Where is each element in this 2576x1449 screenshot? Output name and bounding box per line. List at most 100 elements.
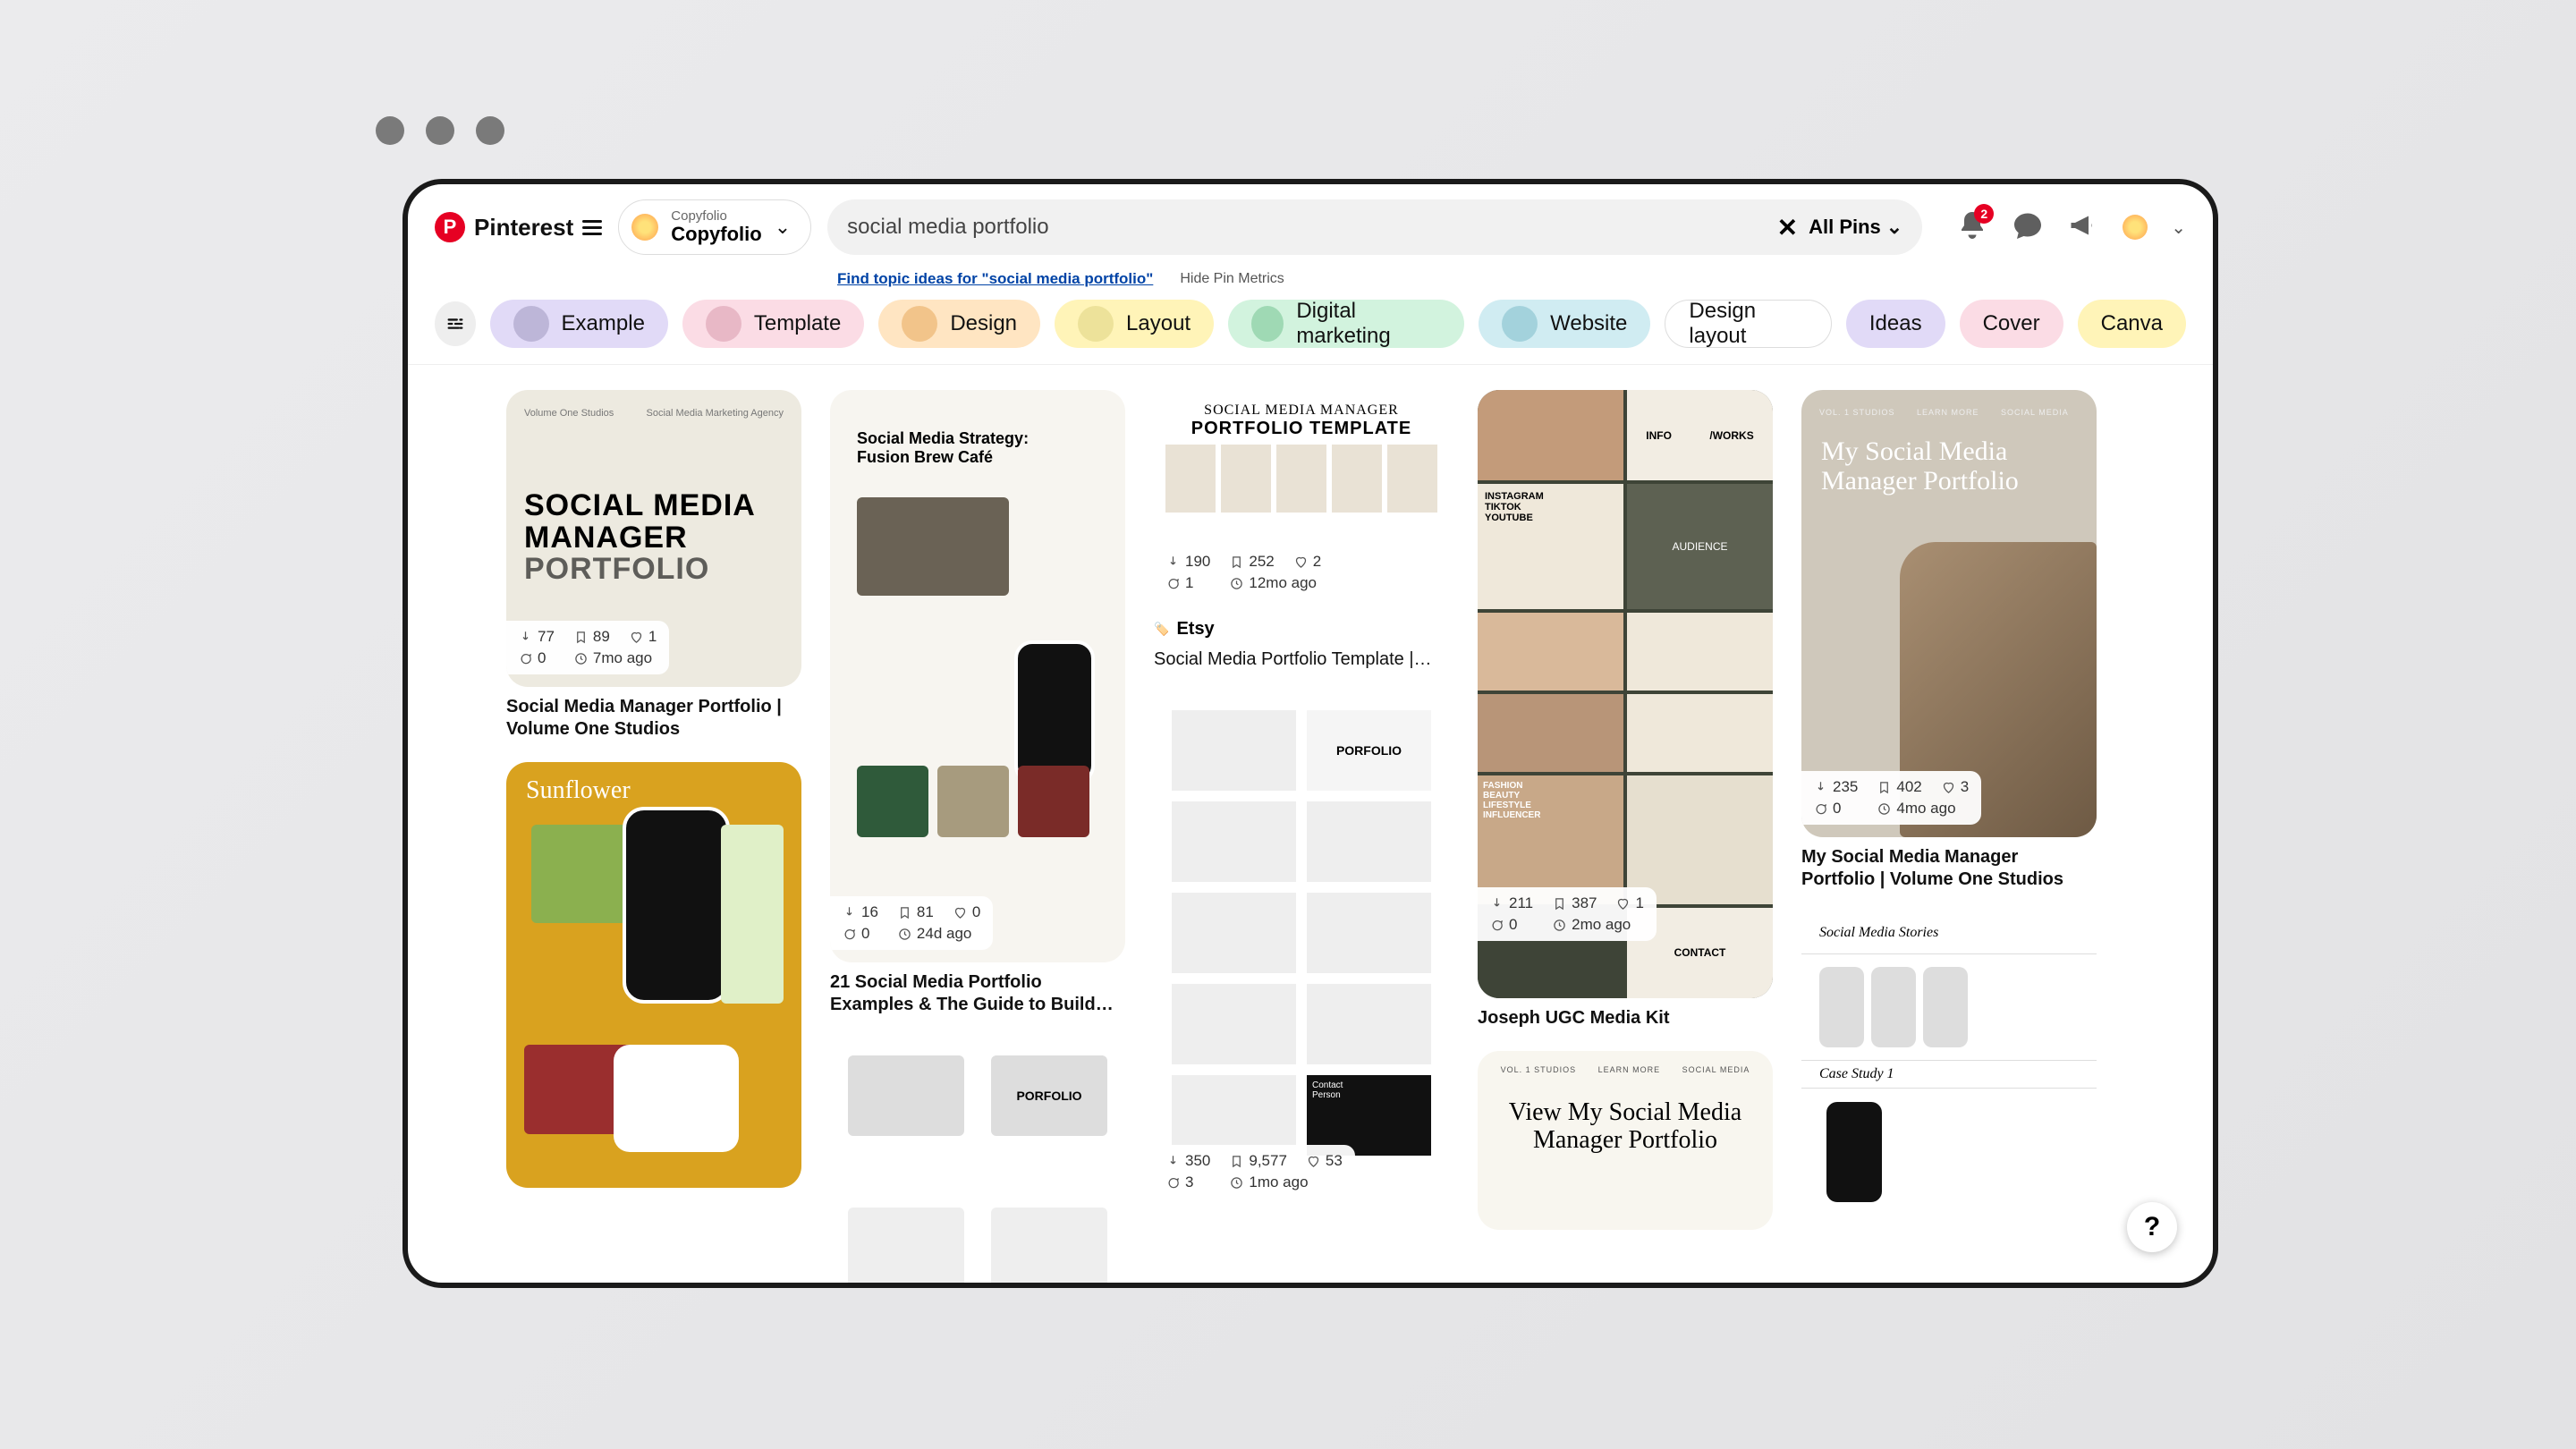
filter-chip-website[interactable]: Website xyxy=(1479,300,1650,348)
chevron-down-icon[interactable]: ⌄ xyxy=(2171,216,2186,239)
pin-caption: Social Media Manager Portfolio | Volume … xyxy=(506,696,801,741)
account-main: Copyfolio xyxy=(671,224,761,245)
chevron-down-icon: ⌄ xyxy=(1886,216,1902,239)
pin-image: Social Media Strategy: Fusion Brew Café … xyxy=(830,390,1125,962)
brand[interactable]: P Pinterest xyxy=(435,212,602,242)
pin-image: PORFOLIO ContactPerson 350 9,577 53 3 1m… xyxy=(1154,692,1449,1211)
pin-caption: 21 Social Media Portfolio Examples & The… xyxy=(830,971,1125,1016)
pin-image: VOL. 1 STUDIOS LEARN MORE SOCIAL MEDIA V… xyxy=(1478,1051,1773,1230)
pin-heading: PORTFOLIO xyxy=(524,552,709,586)
sparkle-icon[interactable] xyxy=(2123,215,2148,240)
chip-label: Digital marketing xyxy=(1296,299,1441,349)
masonry-column: SOCIAL MEDIA MANAGER PORTFOLIO TEMPLATE … xyxy=(1154,390,1449,1283)
pin-card[interactable]: PORFOLIO xyxy=(830,1038,1125,1283)
notifications-badge: 2 xyxy=(1974,204,1994,224)
pin-stats: 77 89 1 0 7mo ago xyxy=(506,621,669,674)
chevron-down-icon: ⌄ xyxy=(775,216,791,239)
filter-chip-digital-marketing[interactable]: Digital marketing xyxy=(1228,300,1464,348)
pin-card[interactable]: Social Media Stories Case Study 1 xyxy=(1801,912,2097,1215)
pin-stats: 16 81 0 0 24d ago xyxy=(830,896,993,950)
pinterest-logo-icon: P xyxy=(435,212,465,242)
app-window: P Pinterest Copyfolio Copyfolio ⌄ ✕ All … xyxy=(402,179,2218,1288)
hide-pin-metrics[interactable]: Hide Pin Metrics xyxy=(1180,271,1284,287)
topbar-right: 2 ⌄ xyxy=(1956,209,2186,246)
dot xyxy=(426,116,454,145)
help-icon: ? xyxy=(2144,1212,2160,1242)
sublink-row: Find topic ideas for "social media portf… xyxy=(408,270,2213,295)
search-input[interactable] xyxy=(847,215,1767,240)
pin-source[interactable]: 🏷️Etsy xyxy=(1154,619,1449,640)
pin-stats: 190 252 2 1 12mo ago xyxy=(1154,546,1334,599)
pin-crumbs: VOL. 1 STUDIOS LEARN MORE SOCIAL MEDIA xyxy=(1478,1051,1773,1074)
filter-chip-canva[interactable]: Canva xyxy=(2078,300,2186,348)
pins-filter-label: All Pins xyxy=(1809,216,1881,239)
pin-heading: PORFOLIO xyxy=(1307,710,1431,791)
pin-card[interactable]: SOCIAL MEDIA MANAGER PORTFOLIO TEMPLATE … xyxy=(1154,390,1449,671)
brand-text: Pinterest xyxy=(474,214,573,242)
browser-mockup-dots xyxy=(376,116,504,145)
topic-ideas-link[interactable]: Find topic ideas for "social media portf… xyxy=(837,270,1153,288)
chip-label: Website xyxy=(1550,311,1627,336)
chat-icon xyxy=(2012,209,2044,242)
pin-card[interactable]: Sunflower xyxy=(506,762,801,1188)
pin-card[interactable]: INFO/WORKS INSTAGRAM TIKTOK YOUTUBE AUDI… xyxy=(1478,390,1773,1030)
account-switcher[interactable]: Copyfolio Copyfolio ⌄ xyxy=(618,199,811,255)
pin-image: Sunflower xyxy=(506,762,801,1188)
messages-button[interactable] xyxy=(2012,209,2044,246)
pin-heading: SOCIAL MEDIA MANAGER xyxy=(1154,402,1449,419)
sparkle-icon xyxy=(631,214,658,241)
topbar: P Pinterest Copyfolio Copyfolio ⌄ ✕ All … xyxy=(408,184,2213,270)
pin-image: PORFOLIO xyxy=(830,1038,1125,1283)
account-sub: Copyfolio xyxy=(671,209,761,225)
filter-chip-template[interactable]: Template xyxy=(682,300,864,348)
pin-image: Volume One Studios Social Media Marketin… xyxy=(506,390,801,687)
results-area[interactable]: Volume One Studios Social Media Marketin… xyxy=(408,365,2213,1283)
filter-chip-ideas[interactable]: Ideas xyxy=(1846,300,1945,348)
filter-chip-design[interactable]: Design xyxy=(878,300,1040,348)
pin-card[interactable]: VOL. 1 STUDIOS LEARN MORE SOCIAL MEDIA V… xyxy=(1478,1051,1773,1230)
filters-button[interactable] xyxy=(435,301,476,346)
pin-card[interactable]: Volume One Studios Social Media Marketin… xyxy=(506,390,801,741)
filter-chip-cover[interactable]: Cover xyxy=(1960,300,2063,348)
pin-image: INFO/WORKS INSTAGRAM TIKTOK YOUTUBE AUDI… xyxy=(1478,390,1773,998)
masonry-column: Volume One Studios Social Media Marketin… xyxy=(506,390,801,1283)
notifications-button[interactable]: 2 xyxy=(1956,209,1988,246)
pin-card[interactable]: Social Media Strategy: Fusion Brew Café … xyxy=(830,390,1125,1016)
masonry-column: VOL. 1 STUDIOS LEARN MORE SOCIAL MEDIA M… xyxy=(1801,390,2097,1283)
chip-label: Layout xyxy=(1126,311,1191,336)
megaphone-icon xyxy=(2067,209,2099,242)
pin-heading: SOCIAL MEDIA xyxy=(524,488,756,522)
announcements-button[interactable] xyxy=(2067,209,2099,246)
pin-heading: Social Media Stories xyxy=(1801,912,2097,954)
chip-label: Template xyxy=(754,311,841,336)
pin-card[interactable]: VOL. 1 STUDIOS LEARN MORE SOCIAL MEDIA M… xyxy=(1801,390,2097,891)
masonry-column: INFO/WORKS INSTAGRAM TIKTOK YOUTUBE AUDI… xyxy=(1478,390,1773,1283)
chip-label: Design layout xyxy=(1689,299,1807,349)
sliders-icon xyxy=(445,314,465,334)
chip-label: Ideas xyxy=(1869,311,1922,336)
pin-heading: Case Study 1 xyxy=(1801,1060,2097,1089)
pin-stats: 211 387 1 0 2mo ago xyxy=(1478,887,1657,941)
tag-icon: 🏷️ xyxy=(1154,622,1169,637)
pin-caption: My Social Media Manager Portfolio | Volu… xyxy=(1801,846,2097,891)
pin-heading: PORFOLIO xyxy=(991,1055,1107,1136)
chip-label: Example xyxy=(562,311,645,336)
pin-card[interactable]: PORFOLIO ContactPerson 350 9,577 53 3 1m… xyxy=(1154,692,1449,1211)
clear-icon[interactable]: ✕ xyxy=(1777,213,1798,242)
pin-stats: 350 9,577 53 3 1mo ago xyxy=(1154,1145,1355,1199)
help-button[interactable]: ? xyxy=(2127,1202,2177,1252)
pin-caption: Social Media Portfolio Template |… xyxy=(1154,648,1449,671)
pins-filter[interactable]: All Pins ⌄ xyxy=(1809,216,1902,239)
filter-chip-example[interactable]: Example xyxy=(490,300,668,348)
dot xyxy=(476,116,504,145)
search-bar[interactable]: ✕ All Pins ⌄ xyxy=(827,199,1922,255)
filter-chip-design-layout[interactable]: Design layout xyxy=(1665,300,1831,348)
pin-image: VOL. 1 STUDIOS LEARN MORE SOCIAL MEDIA M… xyxy=(1801,390,2097,837)
pin-heading: View My Social Media Manager Portfolio xyxy=(1478,1099,1773,1155)
pin-heading: MANAGER xyxy=(524,521,688,555)
chip-label: Design xyxy=(950,311,1017,336)
hamburger-icon[interactable] xyxy=(582,220,602,235)
filter-chip-layout[interactable]: Layout xyxy=(1055,300,1214,348)
masonry-column: Social Media Strategy: Fusion Brew Café … xyxy=(830,390,1125,1283)
pin-caption: Joseph UGC Media Kit xyxy=(1478,1007,1773,1030)
